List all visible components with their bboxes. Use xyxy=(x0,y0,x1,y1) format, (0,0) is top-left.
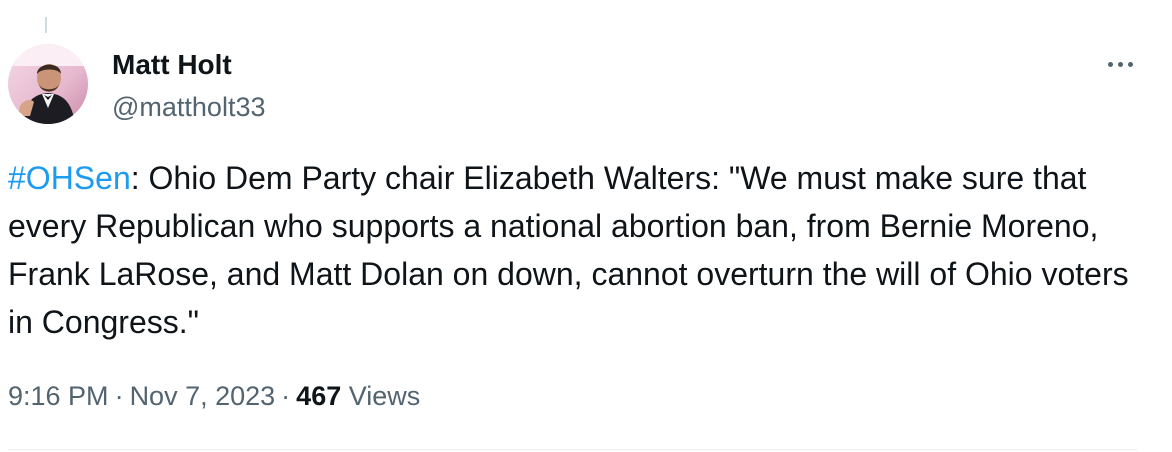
author-names: Matt Holt @mattholt33 xyxy=(112,50,265,123)
tweet-time[interactable]: 9:16 PM xyxy=(8,381,109,411)
tweet-meta: 9:16 PM · Nov 7, 2023 · 467 Views xyxy=(8,378,420,414)
more-horizontal-icon xyxy=(1117,61,1123,67)
author-display-name[interactable]: Matt Holt xyxy=(112,50,265,80)
tweet-card: Matt Holt @mattholt33 #OHSen: Ohio Dem P… xyxy=(0,0,1172,452)
more-options-button[interactable] xyxy=(1100,52,1140,76)
meta-separator: · xyxy=(281,381,291,411)
tweet-text-content: : Ohio Dem Party chair Elizabeth Walters… xyxy=(8,160,1129,340)
tweet-text: #OHSen: Ohio Dem Party chair Elizabeth W… xyxy=(8,154,1158,346)
more-horizontal-icon xyxy=(1127,61,1133,67)
more-horizontal-icon xyxy=(1107,61,1113,67)
views-count: 467 xyxy=(296,381,342,411)
thread-connector-line xyxy=(45,17,47,33)
avatar[interactable] xyxy=(8,44,88,124)
tweet-header: Matt Holt @mattholt33 xyxy=(8,44,265,124)
meta-separator: · xyxy=(114,381,124,411)
divider xyxy=(8,449,1138,450)
tweet-date[interactable]: Nov 7, 2023 xyxy=(130,381,276,411)
views-label: Views xyxy=(348,381,421,411)
author-handle[interactable]: @mattholt33 xyxy=(112,92,265,122)
avatar-image xyxy=(8,44,88,124)
hashtag-link[interactable]: #OHSen xyxy=(8,160,131,196)
